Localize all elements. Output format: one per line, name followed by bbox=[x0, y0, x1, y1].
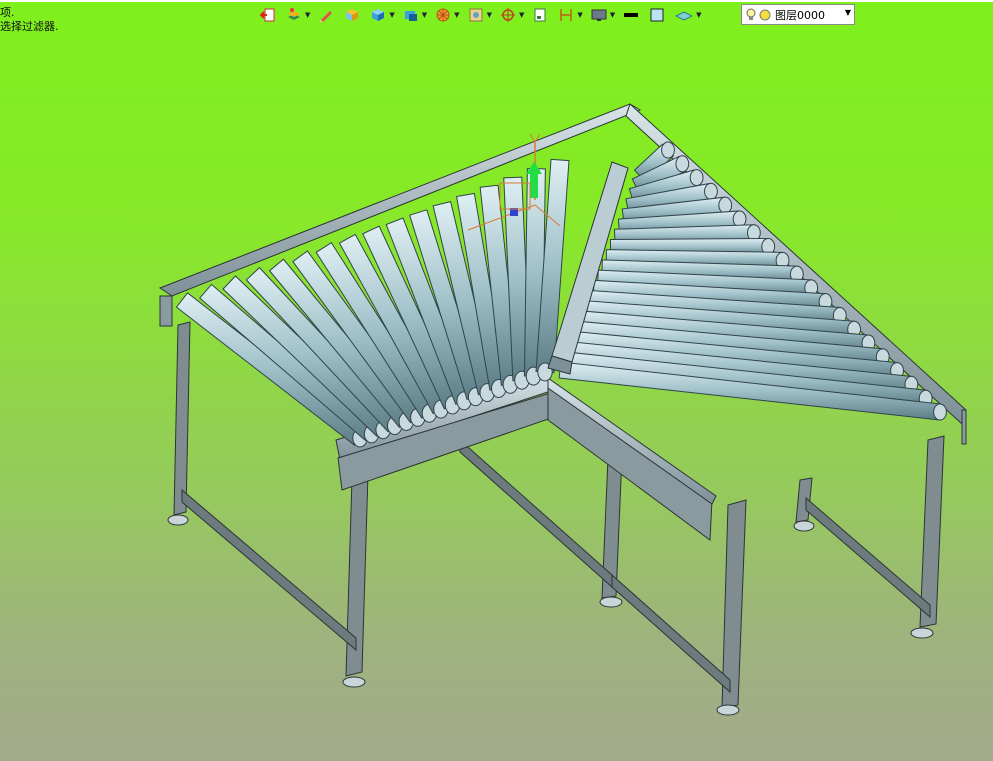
roller-end bbox=[661, 141, 675, 159]
roller-end bbox=[704, 182, 718, 200]
model-viewport[interactable] bbox=[0, 0, 993, 761]
roller-end bbox=[718, 196, 733, 214]
roller-end bbox=[689, 169, 704, 187]
roller-end bbox=[675, 155, 690, 173]
roller-end bbox=[933, 403, 947, 421]
roller-end bbox=[732, 210, 747, 228]
